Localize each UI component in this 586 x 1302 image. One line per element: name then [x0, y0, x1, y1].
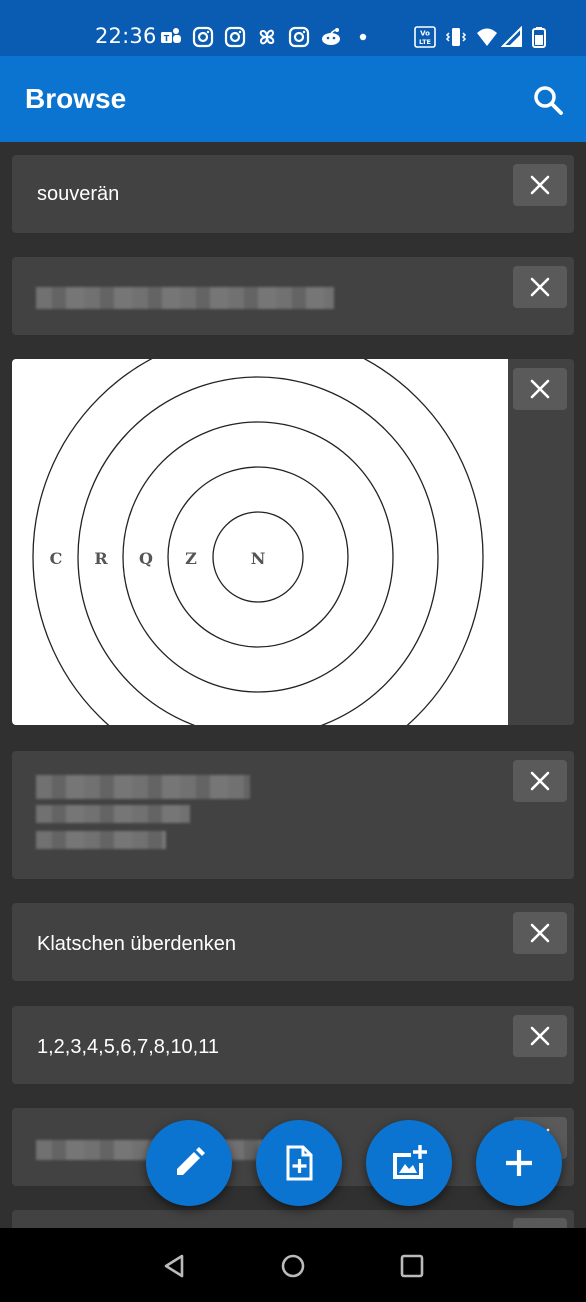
status-bar: 22:36 T Vo LTE — [0, 0, 586, 56]
add-image-icon — [393, 1145, 427, 1179]
redacted-content — [36, 831, 166, 849]
remove-button[interactable] — [513, 1015, 567, 1057]
remove-button[interactable] — [513, 266, 567, 308]
battery-icon — [529, 26, 551, 48]
list-item[interactable]: C R Q Z N — [12, 359, 574, 725]
list-item[interactable]: souverän — [12, 155, 574, 233]
remove-button[interactable] — [513, 760, 567, 802]
instagram-icon — [192, 26, 214, 48]
image-letter: Z — [185, 549, 197, 568]
plus-icon — [506, 1150, 532, 1176]
list-item[interactable] — [12, 751, 574, 879]
image-letter: C — [50, 549, 63, 568]
signal-icon — [501, 26, 523, 48]
teams-icon: T — [160, 26, 182, 48]
app-bar: Browse — [0, 56, 586, 142]
remove-button[interactable] — [513, 912, 567, 954]
close-icon — [530, 379, 550, 399]
svg-text:LTE: LTE — [419, 38, 431, 46]
system-nav-bar — [0, 1228, 586, 1302]
card-text: Klatschen überdenken — [37, 933, 237, 955]
redacted-content — [36, 775, 250, 799]
redacted-content — [36, 287, 334, 309]
close-icon — [530, 1026, 550, 1046]
search-icon[interactable] — [532, 84, 564, 116]
reddit-icon — [320, 26, 342, 48]
back-icon[interactable] — [160, 1252, 188, 1280]
new-file-button[interactable] — [256, 1120, 342, 1206]
pencil-icon — [177, 1147, 205, 1175]
instagram-icon — [224, 26, 246, 48]
close-icon — [530, 923, 550, 943]
volte-icon: Vo LTE — [414, 26, 436, 48]
svg-text:T: T — [164, 34, 170, 43]
svg-text:Vo: Vo — [420, 30, 430, 38]
instagram-icon — [288, 26, 310, 48]
card-text: 1,2,3,4,5,6,7,8,10,11 — [37, 1036, 220, 1058]
home-icon[interactable] — [279, 1252, 307, 1280]
new-file-icon — [286, 1145, 313, 1181]
image-thumbnail: C R Q Z N — [12, 359, 508, 725]
image-letter: R — [94, 549, 108, 568]
status-time: 22:36 — [95, 24, 157, 48]
add-image-button[interactable] — [366, 1120, 452, 1206]
close-icon — [530, 771, 550, 791]
edit-note-button[interactable] — [146, 1120, 232, 1206]
list-item[interactable]: Klatschen überdenken — [12, 903, 574, 981]
image-letter: Q — [139, 549, 153, 568]
page-title: Browse — [25, 83, 127, 114]
pinwheel-icon — [256, 26, 278, 48]
recents-icon[interactable] — [398, 1252, 426, 1280]
card-text: souverän — [37, 183, 120, 205]
remove-button[interactable] — [513, 164, 567, 206]
vibrate-icon — [445, 26, 467, 48]
image-letter: N — [251, 549, 266, 568]
list-item[interactable]: 1,2,3,4,5,6,7,8,10,11 — [12, 1006, 574, 1084]
redacted-content — [36, 805, 190, 823]
list-item[interactable] — [12, 257, 574, 335]
remove-button[interactable] — [513, 368, 567, 410]
close-icon — [530, 175, 550, 195]
dot-icon — [352, 26, 374, 48]
close-icon — [530, 277, 550, 297]
add-button[interactable] — [476, 1120, 562, 1206]
wifi-icon — [476, 26, 498, 48]
